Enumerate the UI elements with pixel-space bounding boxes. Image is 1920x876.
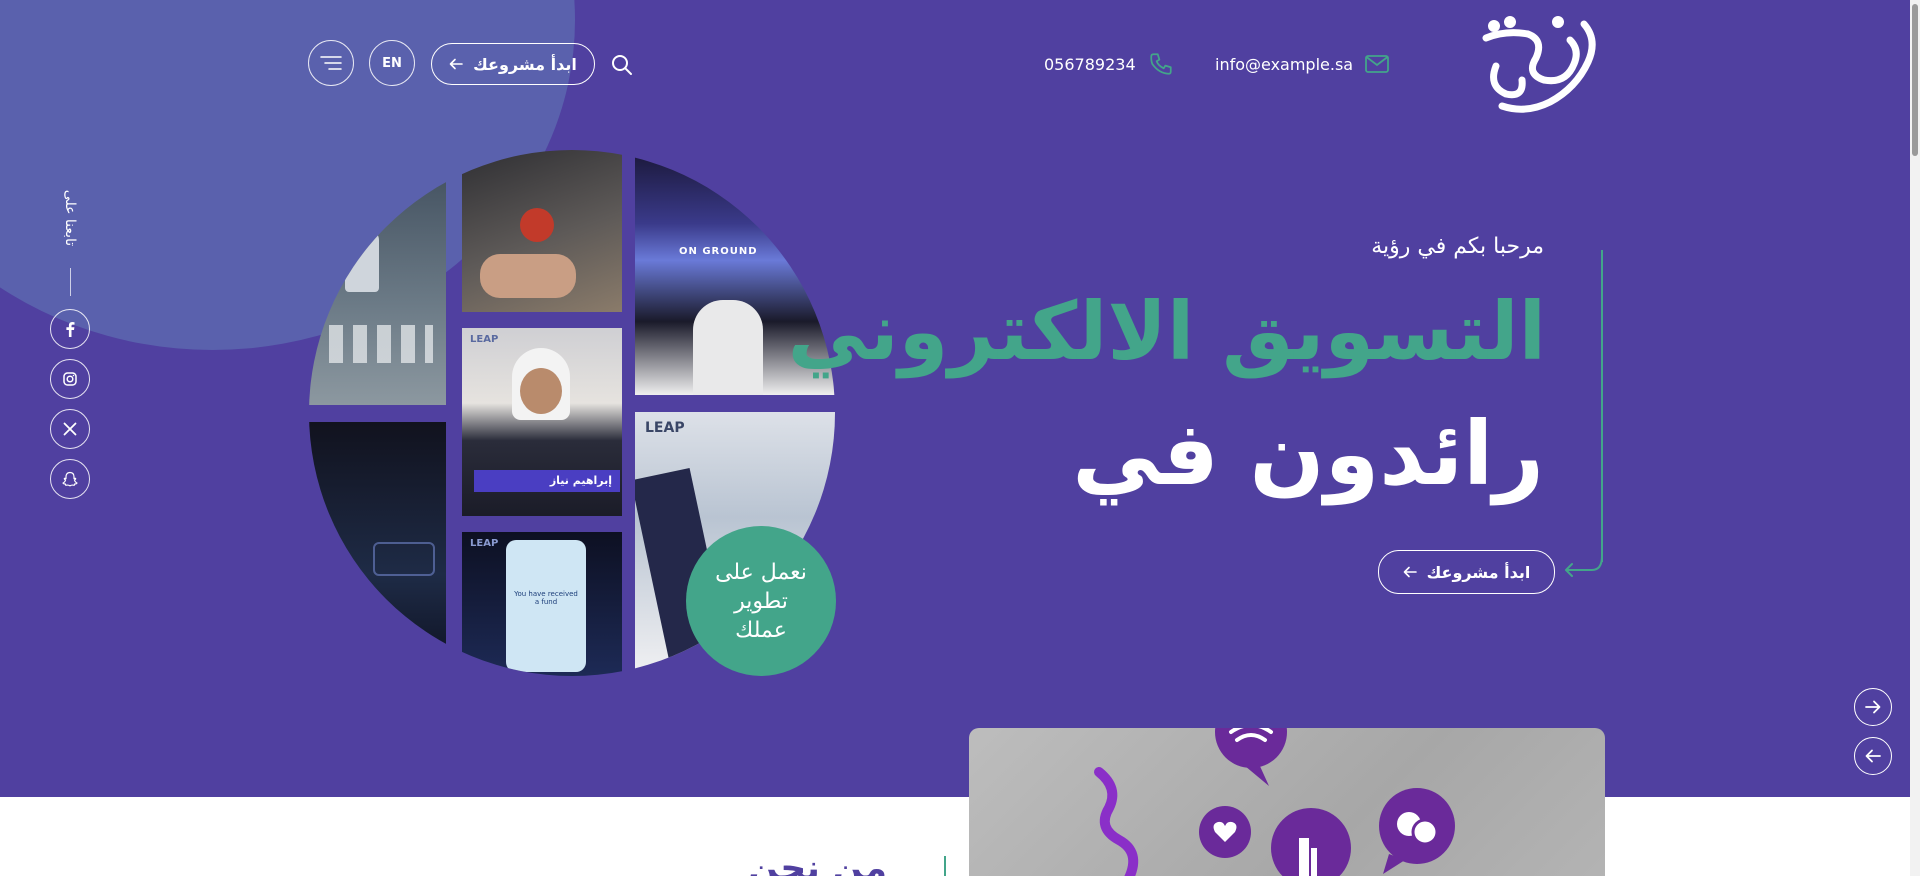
- snapchat-icon: [62, 471, 78, 487]
- arrow-right-icon: [1865, 700, 1881, 714]
- instagram-icon: [63, 372, 77, 386]
- language-toggle-button[interactable]: EN: [369, 40, 415, 86]
- speaker-event-logo: LEAP: [470, 334, 499, 345]
- phone-contact[interactable]: 056789234: [1044, 50, 1174, 78]
- follow-us-label: تابعنا على: [62, 189, 78, 247]
- header-cta-label: ابدأ مشروعك: [473, 54, 577, 74]
- x-link[interactable]: [50, 409, 90, 449]
- hero-headline-accent: التسويق الالكتروني: [787, 285, 1546, 378]
- arrow-left-icon: [1403, 566, 1417, 578]
- night-event-image: [309, 422, 446, 676]
- phone-icon: [1149, 53, 1172, 75]
- header-start-project-button[interactable]: ابدأ مشروعك: [431, 43, 595, 85]
- brand-logo[interactable]: [1466, 10, 1606, 118]
- arrow-left-icon: [1865, 749, 1881, 763]
- snapchat-link[interactable]: [50, 459, 90, 499]
- about-accent-line: [944, 856, 946, 876]
- hero-line-arrow-icon: [1565, 556, 1603, 577]
- email-contact[interactable]: info@example.sa: [1215, 50, 1390, 78]
- facebook-icon: [66, 322, 75, 337]
- x-icon: [63, 422, 77, 436]
- speaker-image: إبراهيم نياز LEAP: [462, 328, 622, 516]
- robot-arm-image: [309, 150, 446, 405]
- slider-prev-button[interactable]: [1854, 737, 1892, 775]
- social-bubbles-illustration: [1094, 728, 1455, 876]
- hero-accent-line: [1601, 250, 1603, 562]
- slider-next-button[interactable]: [1854, 688, 1892, 726]
- email-text[interactable]: info@example.sa: [1215, 55, 1353, 74]
- badge-line-2: تطوير: [734, 588, 788, 614]
- growth-badge: نعمل على تطوير عملك: [686, 526, 836, 676]
- exhibition-event-logo: LEAP: [645, 420, 685, 436]
- hero-cta-label: ابدأ مشروعك: [1426, 562, 1531, 582]
- hero-section: info@example.sa 056789234 ابدأ مشروعك EN: [0, 0, 1910, 797]
- phone-screen-text: You have received a fund: [514, 590, 578, 606]
- envelope-icon: [1365, 55, 1390, 73]
- menu-icon: [320, 56, 342, 70]
- scrollbar[interactable]: [1910, 0, 1920, 876]
- phone-app-image: You have received a fund LEAP: [462, 532, 622, 676]
- badge-line-3: عملك: [735, 617, 787, 643]
- phone-text[interactable]: 056789234: [1044, 55, 1136, 74]
- screen-tile-text: ON GROUND: [679, 246, 758, 257]
- instagram-link[interactable]: [50, 359, 90, 399]
- menu-button[interactable]: [308, 40, 354, 86]
- hero-headline: رائدون في: [1072, 402, 1544, 505]
- scrollbar-thumb[interactable]: [1912, 4, 1918, 156]
- about-heading: من نحن: [748, 848, 888, 876]
- welcome-text: مرحبا بكم في رؤية: [1371, 234, 1544, 259]
- social-media-feature-image: [969, 728, 1605, 876]
- facebook-link[interactable]: [50, 309, 90, 349]
- speaker-name-caption: إبراهيم نياز: [474, 470, 620, 492]
- controller-image: [462, 150, 622, 312]
- arrow-left-icon: [449, 58, 463, 70]
- language-label: EN: [382, 55, 402, 71]
- search-icon: [612, 55, 632, 75]
- follow-divider: [70, 268, 71, 296]
- phone-event-logo: LEAP: [470, 538, 499, 549]
- search-button[interactable]: [607, 50, 637, 80]
- hero-start-project-button[interactable]: ابدأ مشروعك: [1378, 550, 1555, 594]
- badge-line-1: نعمل على: [715, 559, 807, 585]
